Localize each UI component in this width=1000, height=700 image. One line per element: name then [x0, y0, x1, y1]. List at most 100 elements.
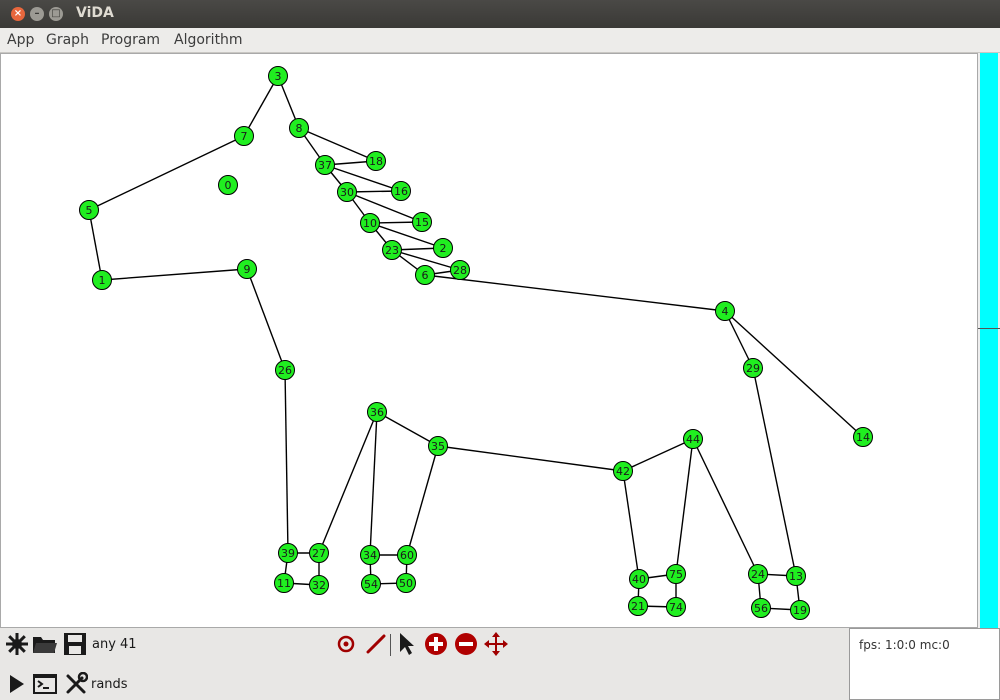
graph-node-label: 11 — [277, 577, 291, 590]
graph-node[interactable]: 54 — [361, 574, 381, 594]
graph-edge[interactable] — [752, 367, 797, 577]
menu-program[interactable]: Program — [101, 32, 160, 48]
graph-edge[interactable] — [88, 209, 103, 281]
graph-node[interactable]: 24 — [748, 564, 768, 584]
graph-svg[interactable]: 378037 181630510 152236 2891426 293635144442… — [1, 54, 977, 627]
graph-node[interactable]: 30 — [337, 182, 357, 202]
graph-node-label: 28 — [453, 264, 467, 277]
menu-app[interactable]: App — [7, 32, 34, 48]
graph-node[interactable]: 44 — [683, 429, 703, 449]
zoom-in-icon[interactable] — [423, 631, 449, 657]
graph-edge[interactable] — [284, 369, 289, 554]
graph-node-label: 21 — [631, 600, 645, 613]
graph-node[interactable]: 34 — [360, 545, 380, 565]
graph-edge[interactable] — [101, 268, 248, 281]
select-arrow-icon[interactable] — [393, 631, 419, 657]
graph-node-label: 75 — [669, 568, 683, 581]
graph-node[interactable]: 21 — [628, 596, 648, 616]
toolbar-status-label: any 41 — [92, 637, 137, 652]
node-tool-icon[interactable] — [333, 631, 359, 657]
maximize-button[interactable]: □ — [49, 7, 63, 21]
minimize-button[interactable]: – — [30, 7, 44, 21]
graph-node[interactable]: 6 — [415, 265, 435, 285]
save-icon[interactable] — [62, 631, 88, 657]
graph-node-label: 14 — [856, 431, 870, 444]
menu-algorithm[interactable]: Algorithm — [174, 32, 243, 48]
graph-edge[interactable] — [246, 268, 286, 371]
graph-node[interactable]: 2 — [433, 238, 453, 258]
graph-node[interactable]: 56 — [751, 598, 771, 618]
play-icon[interactable] — [3, 671, 29, 697]
graph-node[interactable]: 1 — [92, 270, 112, 290]
graph-node[interactable]: 3 — [268, 66, 288, 86]
graph-edge[interactable] — [406, 445, 439, 556]
graph-node-label: 42 — [616, 465, 630, 478]
graph-node-label: 0 — [225, 179, 232, 192]
graph-node[interactable]: 15 — [412, 212, 432, 232]
graph-edge[interactable] — [437, 445, 624, 472]
graph-node[interactable]: 50 — [396, 573, 416, 593]
graph-canvas[interactable]: 3 7 8 0 37 18 16 30 5 10 15 2 23 6 28 9 1 4 26 29 36 35 14 44 42… — [0, 53, 978, 628]
graph-node[interactable]: 29 — [743, 358, 763, 378]
graph-edge[interactable] — [318, 411, 378, 554]
graph-edge[interactable] — [369, 411, 378, 556]
graph-node[interactable]: 60 — [397, 545, 417, 565]
close-button[interactable]: × — [11, 7, 25, 21]
zoom-out-icon[interactable] — [453, 631, 479, 657]
graph-node[interactable]: 19 — [790, 600, 810, 620]
graph-edge[interactable] — [243, 75, 279, 137]
graph-node[interactable]: 11 — [274, 573, 294, 593]
graph-node[interactable]: 23 — [382, 240, 402, 260]
graph-node-label: 8 — [296, 122, 303, 135]
graph-node[interactable]: 37 — [315, 155, 335, 175]
graph-edge[interactable] — [622, 438, 694, 472]
graph-node[interactable]: 26 — [275, 360, 295, 380]
graph-node[interactable]: 32 — [309, 575, 329, 595]
graph-node[interactable]: 28 — [450, 260, 470, 280]
graph-edge[interactable] — [675, 438, 694, 575]
graph-node[interactable]: 39 — [278, 543, 298, 563]
graph-node-label: 5 — [86, 204, 93, 217]
graph-node[interactable]: 35 — [428, 436, 448, 456]
graph-node[interactable]: 14 — [853, 427, 873, 447]
gear-icon[interactable] — [4, 631, 30, 657]
graph-node[interactable]: 8 — [289, 118, 309, 138]
graph-node[interactable]: 42 — [613, 461, 633, 481]
graph-node[interactable]: 74 — [666, 597, 686, 617]
graph-node-label: 35 — [431, 440, 445, 453]
graph-node[interactable]: 40 — [629, 569, 649, 589]
graph-edge[interactable] — [622, 470, 640, 580]
edge-tool-icon[interactable] — [363, 631, 389, 657]
graph-node-label: 4 — [722, 305, 729, 318]
graph-edge[interactable] — [88, 135, 245, 211]
graph-node[interactable]: 0 — [218, 175, 238, 195]
graph-edge[interactable] — [376, 411, 439, 447]
folder-icon[interactable] — [32, 631, 58, 657]
tools-icon[interactable] — [63, 671, 89, 697]
vertical-scrollbar[interactable] — [978, 53, 1000, 628]
graph-node[interactable]: 7 — [234, 126, 254, 146]
graph-node[interactable]: 13 — [786, 566, 806, 586]
graph-node[interactable]: 16 — [391, 181, 411, 201]
graph-node-label: 74 — [669, 601, 683, 614]
scrollbar-marker — [978, 328, 1000, 329]
graph-edge[interactable] — [424, 274, 726, 312]
graph-edge[interactable] — [692, 438, 759, 575]
graph-node-label: 18 — [369, 155, 383, 168]
graph-node-label: 27 — [312, 547, 326, 560]
graph-node[interactable]: 5 — [79, 200, 99, 220]
graph-node-label: 7 — [241, 130, 248, 143]
scrollbar-thumb[interactable] — [980, 53, 998, 628]
graph-node[interactable]: 10 — [360, 213, 380, 233]
graph-node[interactable]: 4 — [715, 301, 735, 321]
terminal-icon[interactable] — [32, 671, 58, 697]
graph-node[interactable]: 18 — [366, 151, 386, 171]
algorithm-name-label: rands — [91, 677, 128, 692]
menu-graph[interactable]: Graph — [46, 32, 89, 48]
graph-node[interactable]: 27 — [309, 543, 329, 563]
graph-node[interactable]: 9 — [237, 259, 257, 279]
move-icon[interactable] — [483, 631, 509, 657]
graph-node[interactable]: 36 — [367, 402, 387, 422]
graph-node-label: 39 — [281, 547, 295, 560]
graph-node[interactable]: 75 — [666, 564, 686, 584]
